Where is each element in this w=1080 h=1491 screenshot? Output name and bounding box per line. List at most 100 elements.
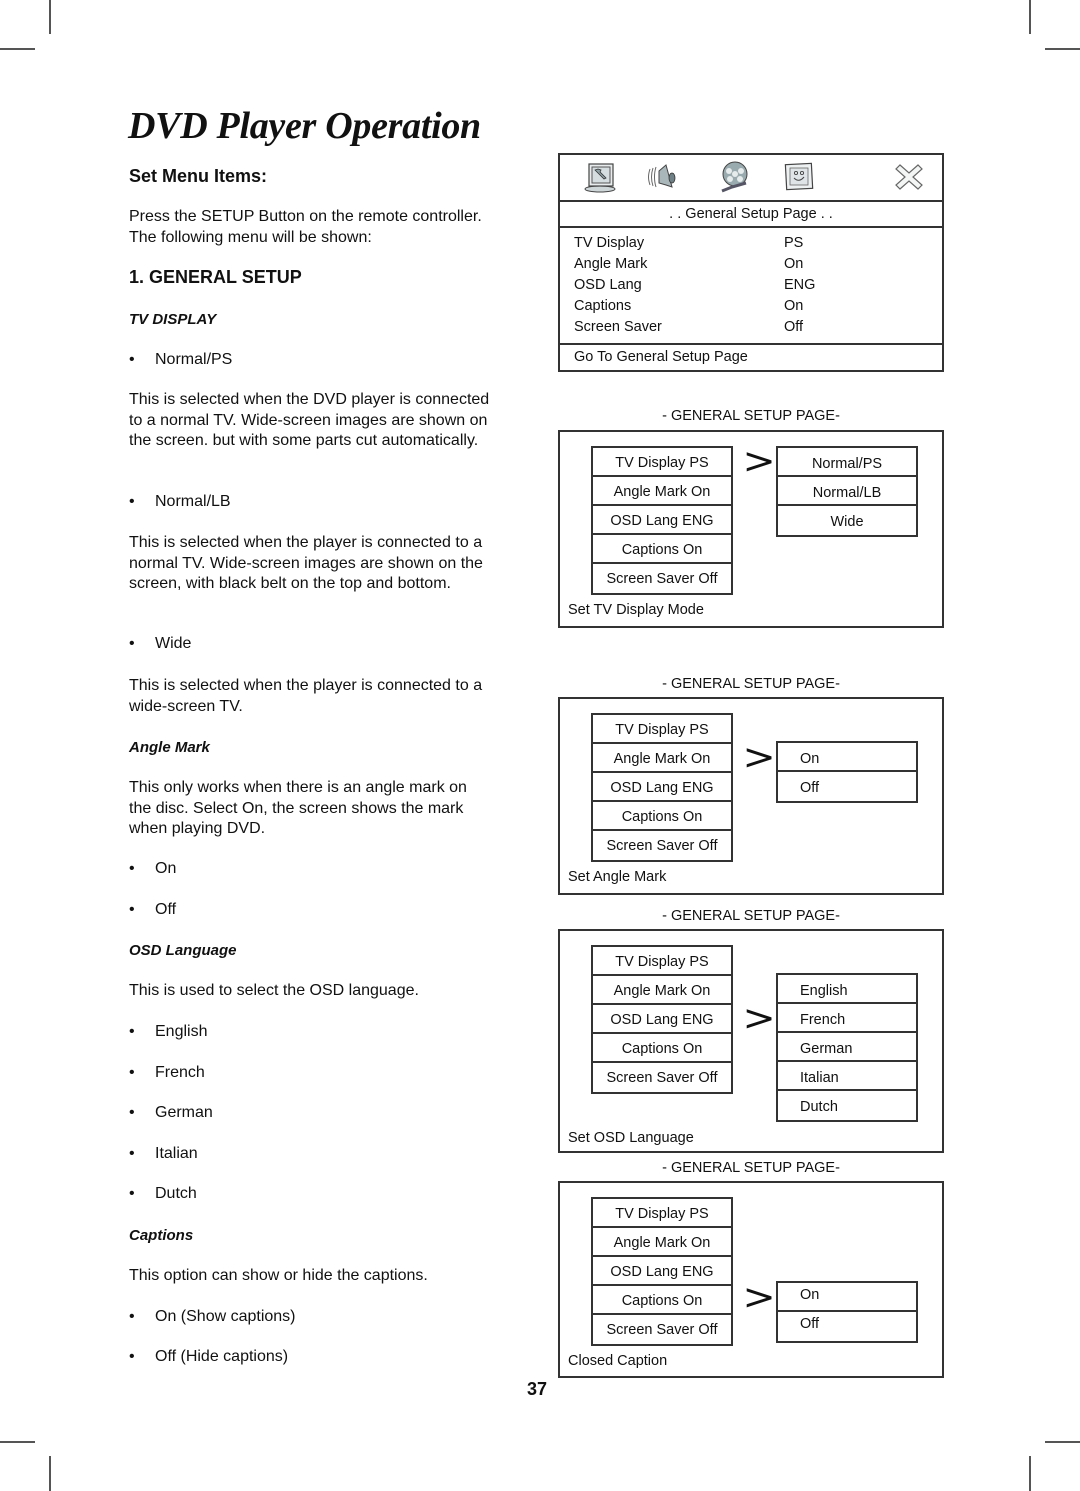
bullet-item: • French [129,1063,509,1084]
panel-footer: Set Angle Mark [568,869,667,885]
angle-mark-heading: Angle Mark [129,739,210,756]
setting-label: Captions [574,298,632,314]
menu-item[interactable]: Screen Saver Off [593,1063,731,1092]
bullet-item: • Dutch [129,1184,509,1205]
bullet-text: French [155,1064,205,1081]
preference-setup-icon[interactable] [782,161,816,193]
exit-icon[interactable] [892,161,926,193]
menu-item[interactable]: Screen Saver Off [593,564,731,593]
menu-item[interactable]: Angle Mark On [593,1228,731,1257]
crop-mark [1029,0,1031,34]
option-item[interactable]: English [778,975,916,1004]
crop-mark [0,48,35,50]
osd-language-panel: TV Display PS Angle Mark On OSD Lang ENG… [558,929,944,1153]
menu-item[interactable]: TV Display PS [593,448,731,477]
bullet-text: German [155,1104,213,1121]
bullet-text: Off (Hide captions) [155,1348,289,1365]
panel-caption: - GENERAL SETUP PAGE- [662,908,840,924]
option-item[interactable]: Normal/PS [778,448,916,477]
bullet-dot: • [129,1104,135,1121]
setting-label: Screen Saver [574,319,662,335]
bullet-dot: • [129,901,135,918]
option-item[interactable]: Italian [778,1062,916,1091]
menu-item[interactable]: Angle Mark On [593,976,731,1005]
video-setup-icon[interactable] [718,161,752,193]
option-item[interactable]: Off [778,772,916,801]
bullet-item: • Normal/LB [129,492,509,513]
crop-mark [1029,1456,1031,1491]
tv-display-panel: TV Display PS Angle Mark On OSD Lang ENG… [558,430,944,628]
setting-row[interactable]: Captions On [574,296,914,317]
osd-page-title: . . General Setup Page . . [560,200,942,228]
menu-item[interactable]: Screen Saver Off [593,831,731,860]
option-item[interactable]: Wide [778,506,916,535]
bullet-item: • Off (Hide captions) [129,1347,509,1368]
arrow-right-icon: > [742,1277,776,1318]
bullet-item: • Italian [129,1144,509,1165]
menu-item[interactable]: TV Display PS [593,947,731,976]
tv-display-heading: TV DISPLAY [129,311,217,328]
bullet-dot: • [129,635,135,652]
menu-item[interactable]: Screen Saver Off [593,1315,731,1344]
option-item[interactable]: Dutch [778,1091,916,1120]
section-heading: Set Menu Items: [129,166,268,186]
menu-item[interactable]: Captions On [593,1034,731,1063]
bullet-dot: • [129,493,135,510]
arrow-right-icon: > [742,737,776,778]
menu-item[interactable]: OSD Lang ENG [593,1005,731,1034]
options-list: On Off [776,1281,918,1343]
bullet-text: Normal/LB [155,493,231,510]
setting-row[interactable]: Angle Mark On [574,254,914,275]
page-title: DVD Player Operation [128,105,481,147]
setup-menu-list: TV Display PS Angle Mark On OSD Lang ENG… [591,446,733,595]
menu-item[interactable]: OSD Lang ENG [593,1257,731,1286]
captions-desc: This option can show or hide the caption… [129,1267,428,1284]
setting-value: On [784,256,804,272]
angle-mark-desc: This only works when there is an angle m… [129,779,467,837]
menu-item[interactable]: Angle Mark On [593,477,731,506]
menu-item[interactable]: TV Display PS [593,715,731,744]
setting-label: TV Display [574,235,645,251]
setting-label: Angle Mark [574,256,648,272]
option-item[interactable]: German [778,1033,916,1062]
setting-label: OSD Lang [574,277,642,293]
angle-mark-panel: TV Display PS Angle Mark On OSD Lang ENG… [558,697,944,895]
arrow-right-icon: > [742,998,776,1039]
osd-language-desc: This is used to select the OSD language. [129,982,419,999]
bullet-text: Off [155,901,177,918]
general-setup-icon[interactable] [584,161,618,193]
general-setup-heading: 1. GENERAL SETUP [129,267,302,287]
menu-item[interactable]: Angle Mark On [593,744,731,773]
setting-row[interactable]: Screen Saver Off [574,317,914,338]
option-item[interactable]: On [778,743,916,772]
option-item[interactable]: On [778,1283,916,1312]
menu-item[interactable]: OSD Lang ENG [593,773,731,802]
crop-mark [49,1456,51,1491]
bullet-text: Dutch [155,1185,197,1202]
menu-item[interactable]: OSD Lang ENG [593,506,731,535]
option-item[interactable]: Off [778,1312,916,1341]
setting-value: PS [784,235,804,251]
option-item[interactable]: French [778,1004,916,1033]
menu-item[interactable]: TV Display PS [593,1199,731,1228]
bullet-item: • On [129,859,509,880]
menu-item[interactable]: Captions On [593,1286,731,1315]
options-list: English French German Italian Dutch [776,973,918,1122]
setting-row[interactable]: TV Display PS [574,233,914,254]
option-item[interactable]: Normal/LB [778,477,916,506]
setup-menu-list: TV Display PS Angle Mark On OSD Lang ENG… [591,945,733,1094]
menu-item[interactable]: Captions On [593,802,731,831]
audio-setup-icon[interactable] [646,161,680,193]
tv-display-desc: This is selected when the DVD player is … [129,391,490,449]
setting-row[interactable]: OSD Lang ENG [574,275,914,296]
tv-display-desc: This is selected when the player is conn… [129,534,483,592]
bullet-item: • Off [129,900,509,921]
panel-caption: - GENERAL SETUP PAGE- [662,1160,840,1176]
captions-panel: TV Display PS Angle Mark On OSD Lang ENG… [558,1181,944,1378]
bullet-item: • On (Show captions) [129,1307,509,1328]
menu-item[interactable]: Captions On [593,535,731,564]
bullet-text: On [155,860,177,877]
bullet-text: On (Show captions) [155,1308,296,1325]
osd-icon-bar [560,155,942,202]
bullet-dot: • [129,1308,135,1325]
